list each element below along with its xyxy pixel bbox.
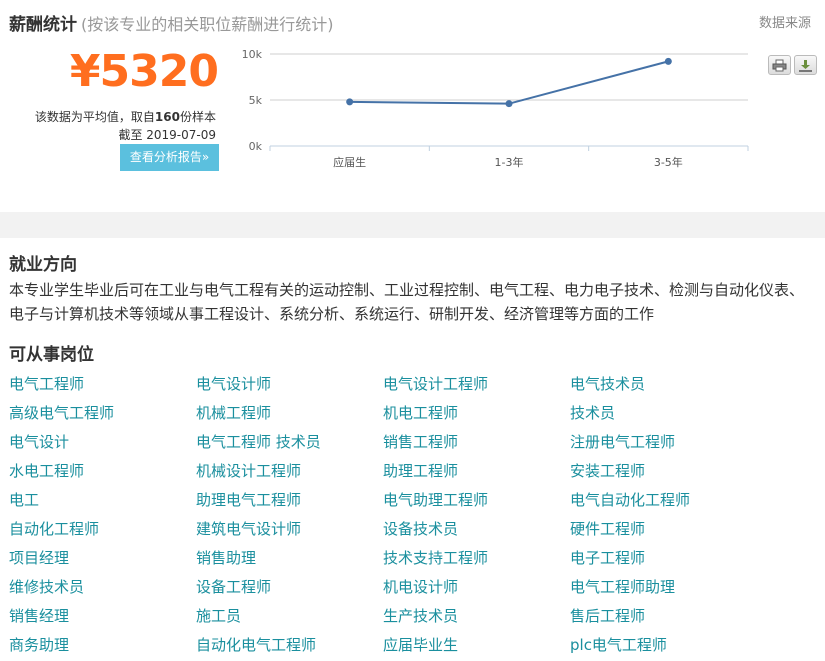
data-point [505, 100, 513, 108]
view-report-button[interactable]: 查看分析报告» [120, 144, 219, 171]
print-icon [772, 59, 787, 71]
job-link[interactable]: 电子工程师 [570, 547, 757, 576]
job-link[interactable]: plc电气工程师 [570, 634, 757, 661]
export-button[interactable] [794, 55, 817, 75]
job-link[interactable]: 施工员 [196, 605, 383, 634]
section-divider [0, 212, 825, 238]
job-link[interactable]: 硬件工程师 [570, 518, 757, 547]
salary-date: 截至 2019-07-09 [118, 128, 216, 142]
data-source-link[interactable]: 数据来源 [759, 12, 811, 31]
data-point [664, 57, 672, 65]
job-link[interactable]: 建筑电气设计师 [196, 518, 383, 547]
download-icon [799, 59, 812, 72]
job-link[interactable]: 电气技术员 [570, 373, 757, 402]
salary-note: 该数据为平均值，取自160份样本 [35, 108, 216, 125]
salary-title: 薪酬统计 (按该专业的相关职位薪酬进行统计) [9, 10, 334, 35]
job-link[interactable]: 设备工程师 [196, 576, 383, 605]
note-prefix: 该数据为平均值，取自 [34, 110, 155, 124]
job-link[interactable]: 机电工程师 [383, 402, 570, 431]
x-tick-label: 3-5年 [654, 155, 683, 169]
job-link[interactable]: 销售工程师 [383, 431, 570, 460]
job-link[interactable]: 水电工程师 [9, 460, 196, 489]
job-grid: 电气工程师 电气设计师 电气设计工程师 电气技术员 高级电气工程师 机械工程师 机电工程师技… [9, 373, 769, 661]
data-point [346, 98, 354, 106]
job-link[interactable]: 电气设计 [9, 431, 196, 460]
job-link[interactable]: 电气设计师 [196, 373, 383, 402]
salary-series-line [349, 60, 669, 105]
job-link[interactable]: 售后工程师 [570, 605, 757, 634]
sample-count: 160 [154, 110, 180, 124]
job-link[interactable]: 电气自动化工程师 [570, 489, 757, 518]
job-link[interactable]: 机械工程师 [196, 402, 383, 431]
job-link[interactable]: 助理电气工程师 [196, 489, 383, 518]
job-link[interactable]: 技术支持工程师 [383, 547, 570, 576]
note-suffix: 份样本 [179, 110, 216, 124]
job-link[interactable]: 设备技术员 [383, 518, 570, 547]
career-description: 本专业学生毕业后可在工业与电气工程有关的运动控制、工业过程控制、电气工程、电力电… [9, 281, 805, 323]
x-tick-label: 应届生 [333, 155, 366, 169]
job-link[interactable]: 电气工程师 [9, 373, 196, 402]
job-link[interactable]: 自动化工程师 [9, 518, 196, 547]
job-link[interactable]: 销售经理 [9, 605, 196, 634]
job-link[interactable]: 维修技术员 [9, 576, 196, 605]
salary-subtitle: (按该专业的相关职位薪酬进行统计) [81, 15, 334, 34]
job-link[interactable]: 机械设计工程师 [196, 460, 383, 489]
job-link[interactable]: 注册电气工程师 [570, 431, 757, 460]
job-link[interactable]: 自动化电气工程师 [196, 634, 383, 661]
x-tick-label: 1-3年 [495, 155, 524, 169]
salary-line-chart: 0k 5k 10k 应届生 1-3年 3-5年 [242, 48, 749, 169]
job-link[interactable]: 机电设计师 [383, 576, 570, 605]
job-link[interactable]: 助理工程师 [383, 460, 570, 489]
salary-title-text: 薪酬统计 [9, 15, 77, 35]
chart-tools [768, 55, 817, 75]
job-link[interactable]: 电气助理工程师 [383, 489, 570, 518]
job-link[interactable]: 电气工程师助理 [570, 576, 757, 605]
y-tick-label: 0k [249, 140, 263, 153]
jobs-title: 可从事岗位 [9, 345, 94, 365]
average-salary: ¥5320 [69, 46, 219, 97]
job-link[interactable]: 生产技术员 [383, 605, 570, 634]
job-link[interactable]: 高级电气工程师 [9, 402, 196, 431]
y-tick-label: 10k [242, 48, 263, 61]
job-link[interactable]: 销售助理 [196, 547, 383, 576]
job-link[interactable]: 应届毕业生 [383, 634, 570, 661]
job-link[interactable]: 项目经理 [9, 547, 196, 576]
job-link[interactable]: 安装工程师 [570, 460, 757, 489]
job-link[interactable]: 电气设计工程师 [383, 373, 570, 402]
print-button[interactable] [768, 55, 791, 75]
job-link[interactable]: 商务助理 [9, 634, 196, 661]
salary-section: 薪酬统计 (按该专业的相关职位薪酬进行统计) 数据来源 ¥5320 该数据为平均值… [0, 0, 825, 212]
career-title: 就业方向 [9, 255, 77, 275]
y-tick-label: 5k [249, 94, 263, 107]
job-link[interactable]: 电气工程师 技术员 [196, 431, 383, 460]
job-link[interactable]: 电工 [9, 489, 196, 518]
job-link[interactable]: 技术员 [570, 402, 757, 431]
